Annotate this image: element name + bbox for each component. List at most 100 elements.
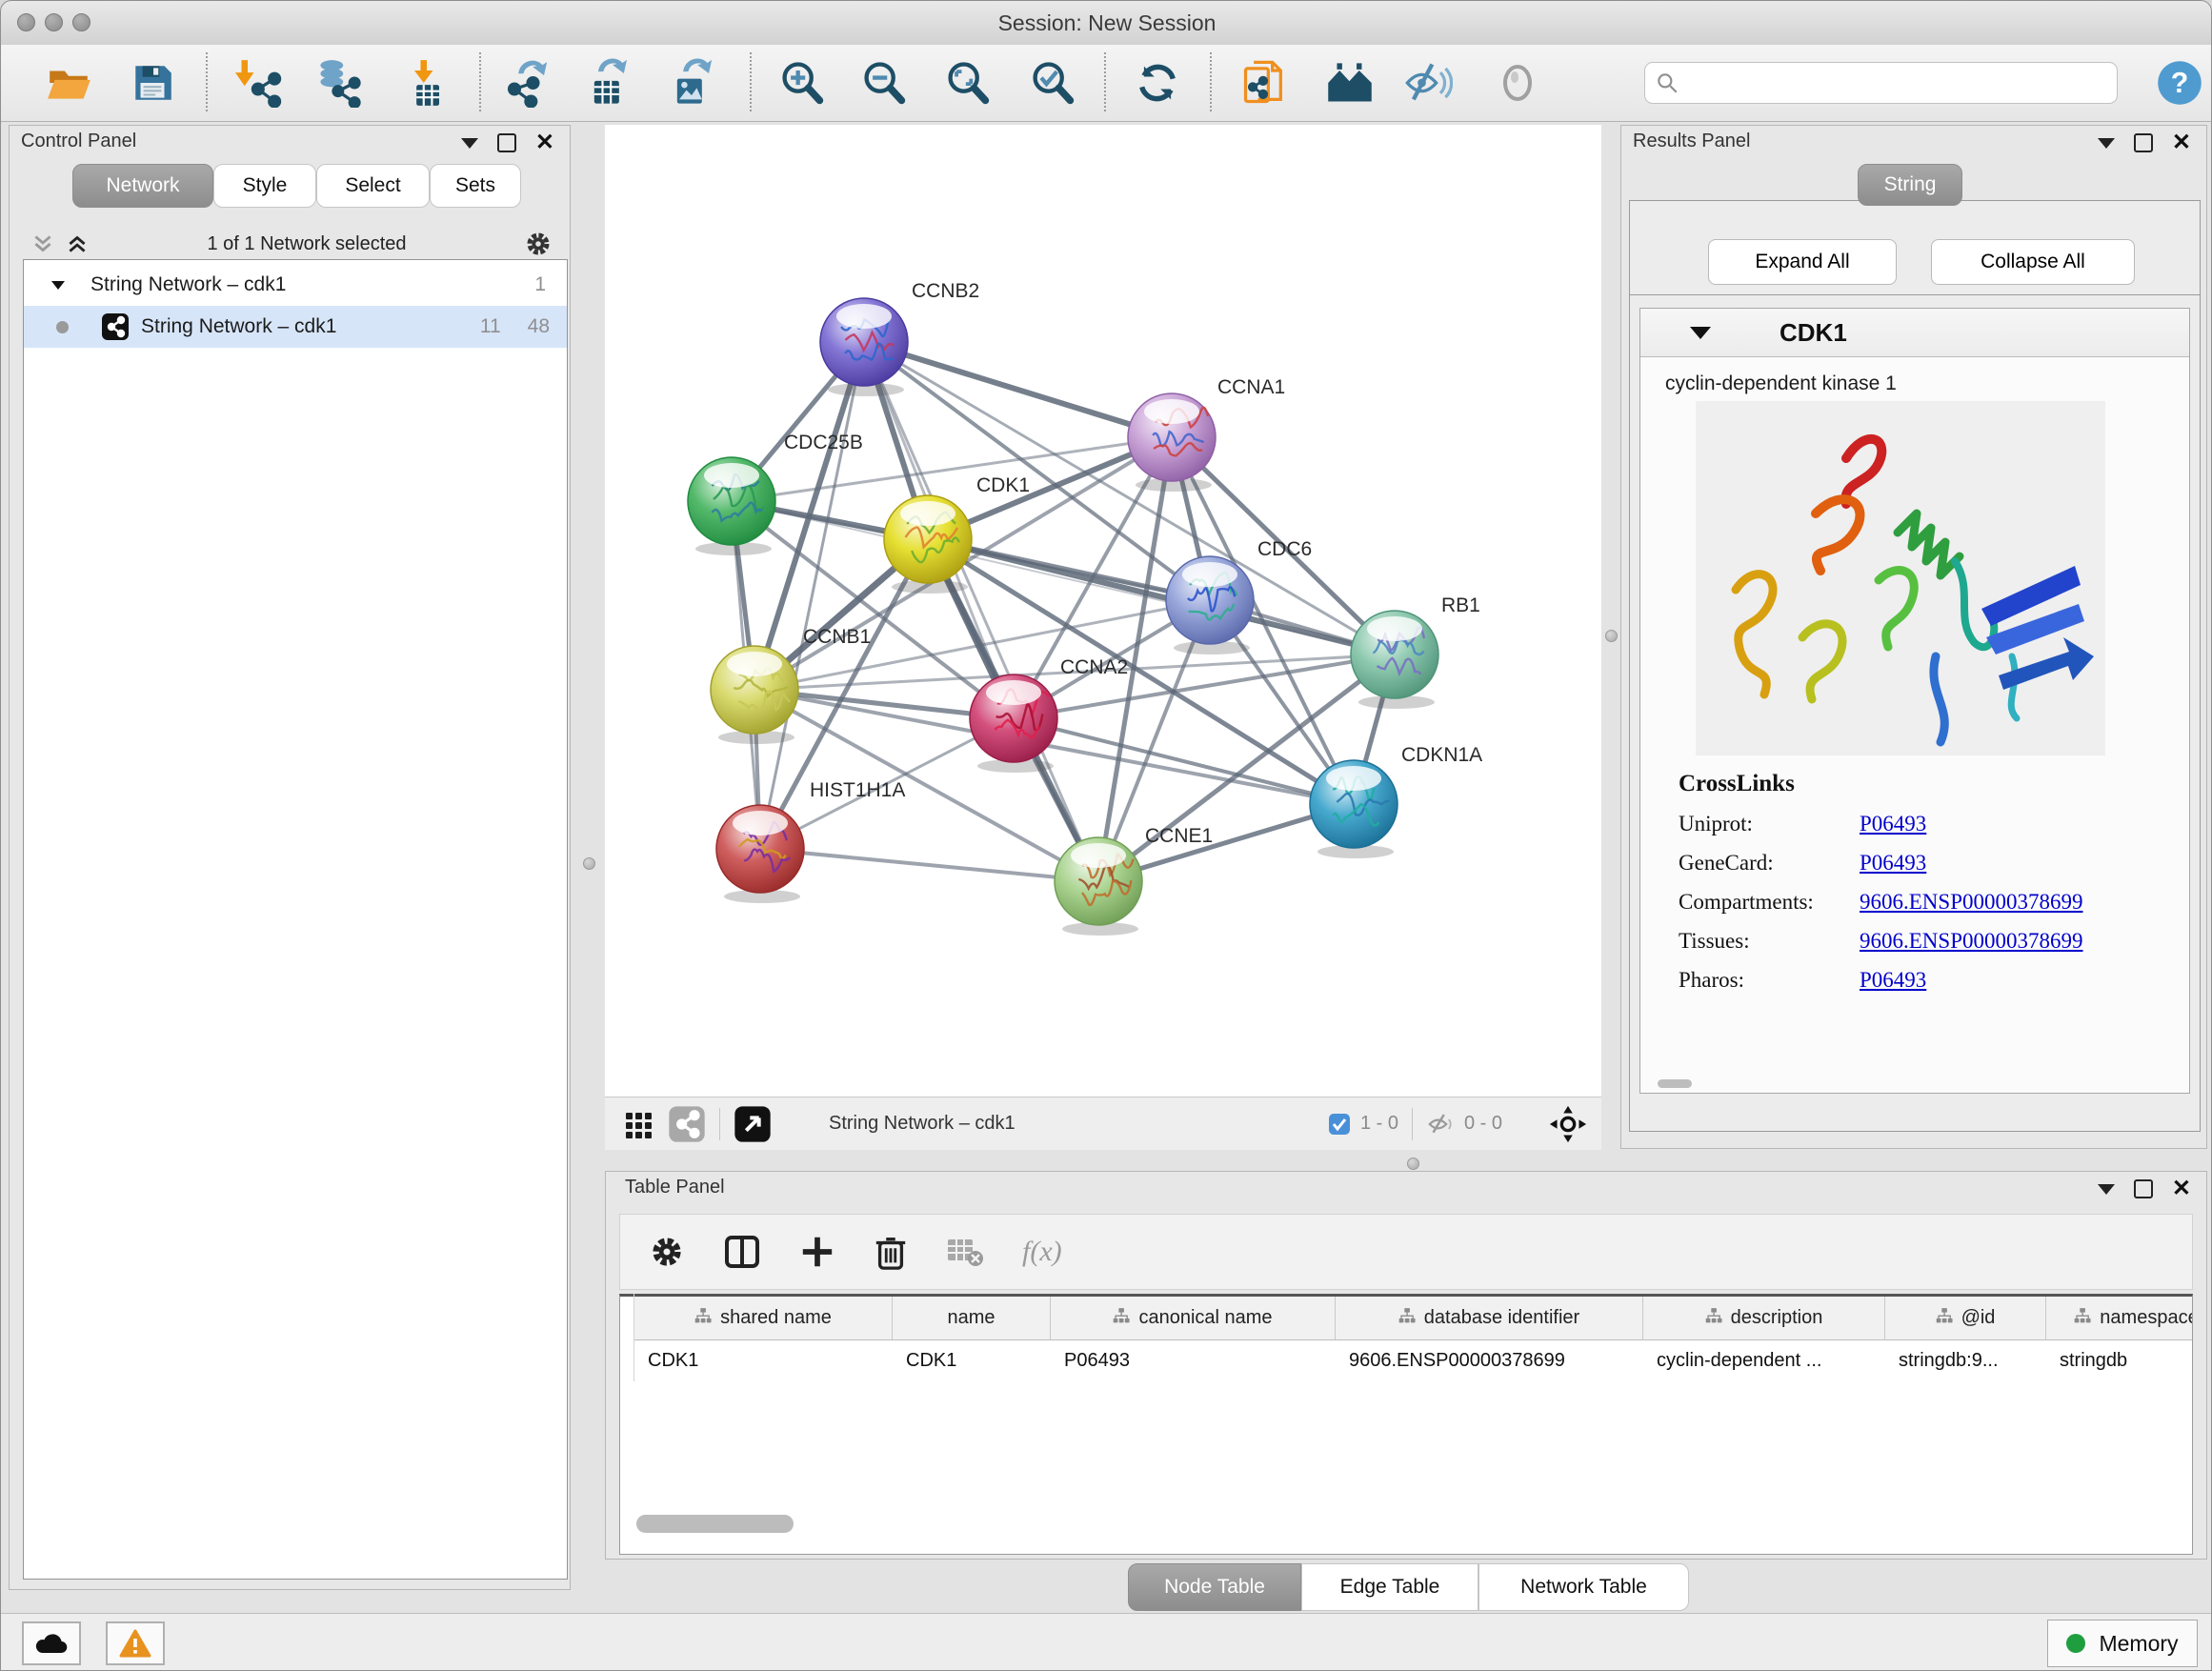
panel-float-icon[interactable]	[2134, 1179, 2153, 1198]
column-header--id[interactable]: @id	[1885, 1297, 2046, 1339]
network-node-cdc6[interactable]: CDC6	[1166, 538, 1312, 654]
column-header-name[interactable]: name	[893, 1297, 1051, 1339]
table-hscrollbar-thumb[interactable]	[636, 1515, 794, 1533]
table-row[interactable]: CDK1CDK1P064939606.ENSP00000378699cyclin…	[634, 1340, 2192, 1381]
table-cell[interactable]: CDK1	[634, 1340, 893, 1381]
network-view-mode-icon[interactable]	[668, 1105, 706, 1143]
import-network-file-icon[interactable]	[232, 52, 288, 113]
show-columns-icon[interactable]	[723, 1233, 761, 1271]
zoom-selected-icon[interactable]	[1025, 52, 1080, 113]
warning-button[interactable]	[106, 1621, 165, 1665]
table-cell[interactable]: stringdb	[2046, 1340, 2193, 1381]
panel-collapse-icon[interactable]	[2098, 138, 2115, 149]
tab-network[interactable]: Network	[72, 164, 213, 208]
network-edge	[760, 342, 864, 849]
table-cell[interactable]: stringdb:9...	[1885, 1340, 2046, 1381]
panel-collapse-icon[interactable]	[2098, 1184, 2115, 1195]
column-header-shared-name[interactable]: shared name	[634, 1297, 893, 1339]
eye-icon[interactable]	[1490, 52, 1545, 113]
export-table-icon[interactable]	[581, 52, 636, 113]
crosslink-link[interactable]: P06493	[1860, 851, 1926, 876]
collapse-all-icon[interactable]	[30, 232, 55, 256]
panel-close-icon[interactable]: ✕	[535, 135, 554, 151]
cloud-button[interactable]	[22, 1621, 81, 1665]
panel-close-icon[interactable]: ✕	[2172, 135, 2191, 151]
add-column-icon[interactable]	[799, 1234, 835, 1270]
tab-network-table[interactable]: Network Table	[1478, 1563, 1689, 1611]
right-splitter-handle[interactable]	[1605, 630, 1618, 642]
crosslink-link[interactable]: 9606.ENSP00000378699	[1860, 890, 2083, 915]
network-view-canvas[interactable]: CCNB2CCNA1CDC25BCDK1CDC6RB1CCNB1CCNA2CDK…	[605, 125, 1601, 1149]
column-header-database-identifier[interactable]: database identifier	[1336, 1297, 1643, 1339]
network-node-ccne1[interactable]: CCNE1	[1055, 825, 1213, 936]
refresh-icon[interactable]	[1130, 52, 1185, 113]
memory-button[interactable]: Memory	[2047, 1620, 2198, 1667]
hidden-eye-icon[interactable]	[1426, 1110, 1455, 1138]
home-icon[interactable]	[1322, 52, 1377, 113]
tab-node-table[interactable]: Node Table	[1128, 1563, 1301, 1611]
birds-eye-view-icon[interactable]	[1548, 1104, 1588, 1144]
table-cell[interactable]: 9606.ENSP00000378699	[1336, 1340, 1643, 1381]
delete-trash-icon[interactable]	[874, 1234, 908, 1270]
import-table-file-icon[interactable]	[399, 52, 454, 113]
card-scrollbar-thumb[interactable]	[1658, 1079, 1692, 1088]
import-network-database-icon[interactable]	[312, 52, 368, 113]
crosslink-label: Tissues:	[1679, 929, 1860, 954]
toolbar-separator	[1210, 52, 1212, 111]
table-cell[interactable]: P06493	[1051, 1340, 1336, 1381]
column-header-namespace[interactable]: namespace	[2046, 1297, 2193, 1339]
expand-all-icon[interactable]	[65, 232, 90, 256]
table-cell[interactable]: CDK1	[893, 1340, 1051, 1381]
detach-view-icon[interactable]	[734, 1105, 772, 1143]
export-network-icon[interactable]	[499, 52, 554, 113]
export-image-icon[interactable]	[664, 52, 719, 113]
expand-all-button[interactable]: Expand All	[1708, 239, 1897, 285]
network-node-rb1[interactable]: RB1	[1351, 594, 1480, 709]
delete-table-icon[interactable]	[946, 1236, 984, 1268]
crosslink-link[interactable]: P06493	[1860, 812, 1926, 836]
panel-close-icon[interactable]: ✕	[2172, 1181, 2191, 1197]
collapse-all-button[interactable]: Collapse All	[1931, 239, 2135, 285]
tab-string[interactable]: String	[1858, 164, 1962, 206]
crosslink-link[interactable]: P06493	[1860, 968, 1926, 993]
column-header-label: database identifier	[1424, 1307, 1579, 1329]
network-node-ccnb2[interactable]: CCNB2	[820, 280, 979, 396]
network-graph[interactable]: CCNB2CCNA1CDC25BCDK1CDC6RB1CCNB1CCNA2CDK…	[605, 125, 1601, 1097]
network-row-selected[interactable]: String Network – cdk1 11 48	[24, 306, 567, 348]
panel-float-icon[interactable]	[2134, 133, 2153, 152]
zoom-out-icon[interactable]	[856, 52, 912, 113]
open-session-icon[interactable]	[41, 52, 96, 113]
save-session-icon[interactable]	[125, 52, 180, 113]
selected-checkbox-icon[interactable]	[1328, 1113, 1351, 1136]
gear-icon[interactable]	[524, 230, 553, 258]
column-header-description[interactable]: description	[1643, 1297, 1885, 1339]
network-node-hist1h1a[interactable]: HIST1H1A	[716, 779, 905, 903]
gene-expanded-icon	[1690, 327, 1711, 339]
share-document-icon[interactable]	[1237, 52, 1292, 113]
crosslink-link[interactable]: 9606.ENSP00000378699	[1860, 929, 2083, 954]
function-builder-icon[interactable]: f(x)	[1022, 1236, 1062, 1268]
network-collection-row[interactable]: String Network – cdk1 1	[24, 264, 567, 306]
column-header-canonical-name[interactable]: canonical name	[1051, 1297, 1336, 1339]
node-table-grid[interactable]: shared namenamecanonical name database id…	[619, 1294, 2193, 1555]
help-icon[interactable]: ?	[2152, 52, 2207, 113]
tab-sets[interactable]: Sets	[430, 164, 521, 208]
zoom-fit-icon[interactable]	[940, 52, 995, 113]
hide-unhide-icon[interactable]	[1400, 52, 1456, 113]
table-settings-gear-icon[interactable]	[649, 1234, 685, 1270]
table-cell[interactable]: cyclin-dependent ...	[1643, 1340, 1885, 1381]
tab-style[interactable]: Style	[213, 164, 316, 208]
tab-select[interactable]: Select	[316, 164, 430, 208]
panel-float-icon[interactable]	[497, 133, 516, 152]
node-label: CCNB2	[912, 280, 979, 302]
network-node-cdkn1a[interactable]: CDKN1A	[1310, 744, 1482, 858]
bottom-splitter-handle[interactable]	[1407, 1158, 1419, 1170]
grid-view-icon[interactable]	[622, 1107, 656, 1141]
tree-expanded-icon[interactable]	[49, 275, 68, 294]
tab-edge-table[interactable]: Edge Table	[1301, 1563, 1478, 1611]
panel-collapse-icon[interactable]	[461, 138, 478, 149]
left-splitter-handle[interactable]	[583, 857, 595, 870]
search-input[interactable]	[1679, 71, 2117, 95]
gene-card-header[interactable]: CDK1	[1640, 309, 2189, 357]
zoom-in-icon[interactable]	[774, 52, 830, 113]
